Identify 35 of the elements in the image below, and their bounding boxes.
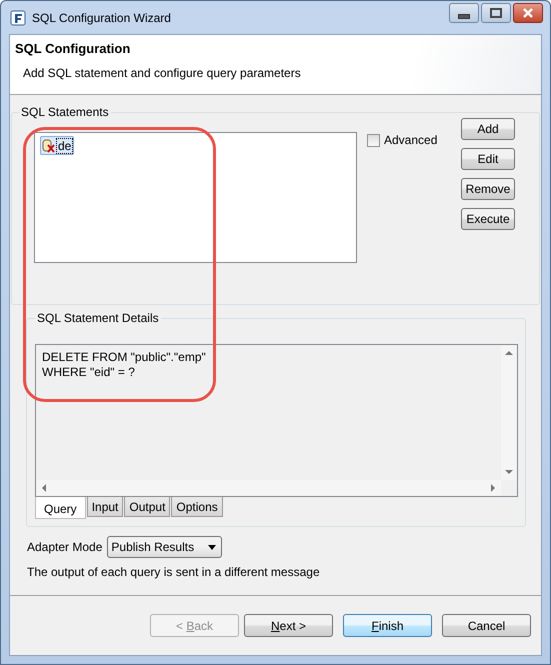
- tab[interactable]: Input: [86, 497, 124, 517]
- adapter-mode-dropdown[interactable]: Publish Results: [107, 536, 222, 558]
- page-title: SQL Configuration: [15, 41, 132, 56]
- statement-button[interactable]: Edit: [461, 148, 515, 170]
- wizard-button[interactable]: Next >: [244, 614, 333, 637]
- vertical-scrollbar[interactable]: [501, 345, 517, 480]
- statement-button[interactable]: Add: [461, 118, 515, 140]
- statement-button[interactable]: Remove: [461, 178, 515, 200]
- app-logo-icon: [10, 10, 26, 26]
- sql-text: DELETE FROM "public"."emp" WHERE "eid" = ?: [41, 349, 207, 381]
- tab[interactable]: Query: [35, 497, 86, 519]
- maximize-button[interactable]: [481, 3, 511, 23]
- wizard-button[interactable]: Finish: [343, 614, 432, 637]
- mode-description: The output of each query is sent in a different message: [27, 565, 321, 579]
- window-title: SQL Configuration Wizard: [32, 10, 172, 24]
- minimize-icon: [458, 14, 470, 18]
- adapter-mode-label: Adapter Mode: [27, 540, 102, 554]
- tab[interactable]: Options: [171, 497, 223, 517]
- statement-item[interactable]: de: [40, 136, 74, 155]
- close-button[interactable]: [513, 3, 543, 23]
- group-label: SQL Statement Details: [36, 311, 160, 325]
- minimize-button[interactable]: [449, 3, 479, 23]
- statement-button[interactable]: Execute: [461, 208, 515, 230]
- maximize-icon: [490, 8, 502, 18]
- advanced-checkbox[interactable]: [367, 134, 380, 146]
- database-delete-icon: [42, 138, 56, 153]
- sql-editor[interactable]: DELETE FROM "public"."emp" WHERE "eid" = ?: [35, 344, 518, 497]
- page-description: Add SQL statement and configure query parameters: [23, 66, 302, 80]
- group-label: SQL Statements: [20, 105, 110, 119]
- wizard-button[interactable]: Cancel: [442, 614, 531, 637]
- close-icon: [521, 8, 535, 18]
- statement-list[interactable]: de: [34, 132, 357, 263]
- tab[interactable]: Output: [124, 497, 170, 517]
- advanced-label: Advanced: [384, 133, 438, 147]
- horizontal-scrollbar[interactable]: [36, 480, 501, 496]
